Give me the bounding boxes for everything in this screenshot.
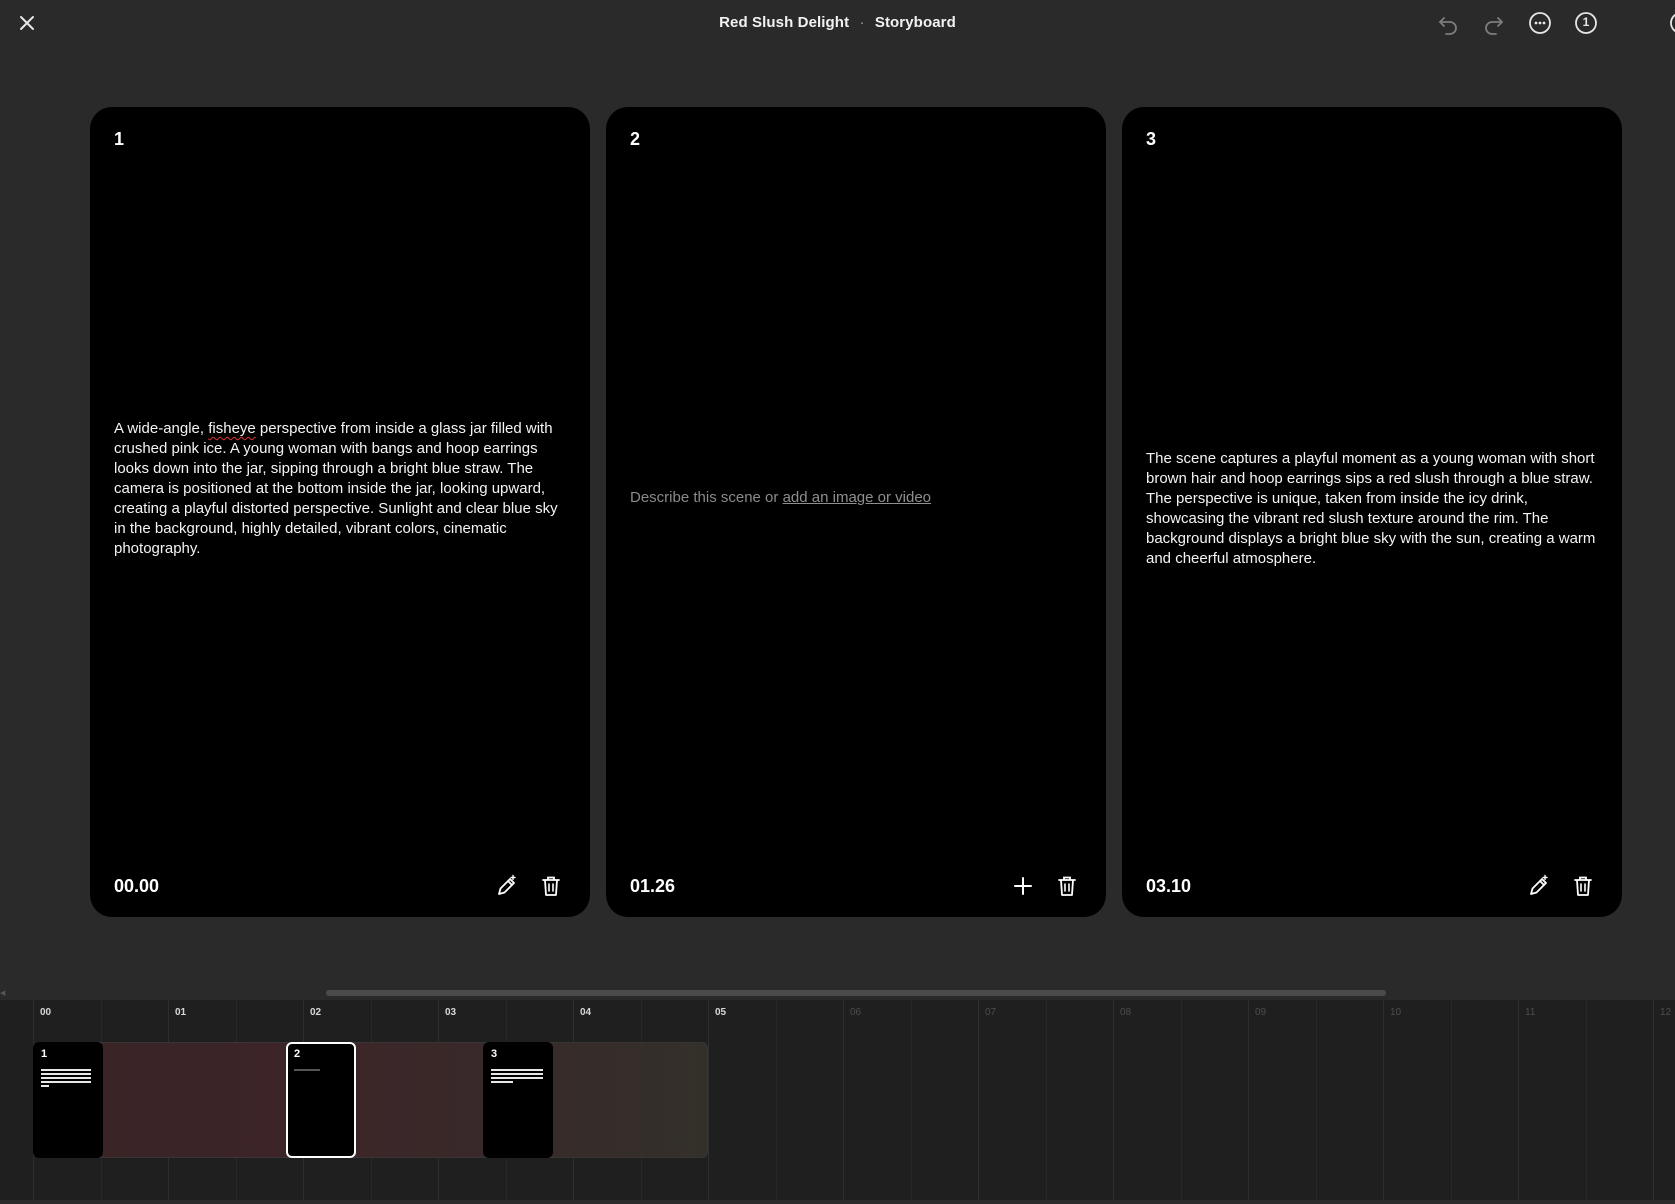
scene-description-text: A wide-angle, [114, 420, 209, 437]
timeline-second-gridline [1653, 1000, 1654, 1204]
view-title: Storyboard [874, 14, 956, 31]
clip-number: 3 [491, 1048, 498, 1060]
edit-icon[interactable] [494, 873, 520, 899]
scene-timestamp: 00.00 [114, 876, 160, 896]
scene-actions [996, 873, 1086, 899]
timeline-tick-label: 01 [175, 1007, 187, 1018]
info-icon[interactable]: 1 [1572, 9, 1600, 37]
project-title: Red Slush Delight [719, 14, 850, 31]
timeline-half-gridline [775, 1000, 777, 1204]
placeholder-text: Describe this scene or [630, 489, 783, 506]
scene-timestamp: 01.26 [630, 876, 676, 896]
timeline-clip-2[interactable]: 2 [286, 1042, 356, 1158]
redo-icon[interactable] [1480, 9, 1508, 37]
clip-text-preview [41, 1069, 91, 1089]
timeline-second-gridline [1248, 1000, 1249, 1204]
timeline-half-gridline [1180, 1000, 1182, 1204]
timeline-tick-label: 06 [850, 1007, 862, 1018]
scene-card-2[interactable]: 2 Describe this scene or add an image or… [606, 107, 1106, 917]
timeline-tick-label: 05 [715, 1007, 727, 1018]
partial-icon[interactable] [1667, 9, 1675, 37]
page-title: Red Slush Delight · Storyboard [0, 14, 1675, 31]
timeline[interactable]: 00 01 02 03 04 05 06 07 08 09 10 11 12 1 2 3 [0, 1000, 1675, 1204]
timeline-second-gridline [708, 1000, 709, 1204]
misspelled-word: fisheye [208, 420, 256, 437]
plus-icon[interactable] [1010, 873, 1036, 899]
scene-card-1[interactable]: 1 A wide-angle, fisheye perspective from… [90, 107, 590, 917]
top-bar: Red Slush Delight · Storyboard 1 [0, 0, 1675, 46]
timeline-tick-label: 12 [1660, 1007, 1672, 1018]
scene-timestamp: 03.10 [1146, 876, 1192, 896]
timeline-tick-label: 07 [985, 1007, 997, 1018]
scene-number: 3 [1146, 129, 1157, 149]
scene-actions [1512, 873, 1602, 899]
timeline-tick-label: 10 [1390, 1007, 1402, 1018]
timeline-tick-label: 11 [1525, 1007, 1536, 1018]
timeline-tick-label: 04 [580, 1007, 592, 1018]
timeline-second-gridline [843, 1000, 844, 1204]
bottom-edge [0, 1200, 1675, 1204]
scene-description-text: perspective from inside a glass jar fill… [114, 420, 558, 557]
scene-description[interactable]: A wide-angle, fisheye perspective from i… [114, 419, 566, 559]
scene-number: 2 [630, 129, 641, 149]
timeline-half-gridline [1315, 1000, 1317, 1204]
timeline-tick-label: 09 [1255, 1007, 1267, 1018]
timeline-clip-3[interactable]: 3 [483, 1042, 553, 1158]
more-icon[interactable] [1526, 9, 1554, 37]
scene-card-3[interactable]: 3 The scene captures a playful moment as… [1122, 107, 1622, 917]
timeline-second-gridline [1383, 1000, 1384, 1204]
undo-icon[interactable] [1434, 9, 1462, 37]
timeline-track[interactable] [33, 1042, 708, 1158]
timeline-clip-1[interactable]: 1 [33, 1042, 103, 1158]
edit-icon[interactable] [1526, 873, 1552, 899]
horizontal-scrollbar-thumb[interactable] [326, 990, 1386, 996]
timeline-second-gridline [978, 1000, 979, 1204]
scene-placeholder[interactable]: Describe this scene or add an image or v… [630, 489, 931, 506]
timeline-tick-label: 02 [310, 1007, 322, 1018]
timeline-second-gridline [1113, 1000, 1114, 1204]
clip-text-preview [294, 1069, 320, 1073]
timeline-half-gridline [910, 1000, 912, 1204]
trash-icon[interactable] [1054, 873, 1080, 899]
clip-number: 1 [41, 1048, 48, 1060]
timeline-tick-label: 08 [1120, 1007, 1132, 1018]
timeline-second-gridline [1518, 1000, 1519, 1204]
title-separator: · [859, 14, 865, 31]
timeline-half-gridline [1450, 1000, 1452, 1204]
info-badge-count: 1 [1582, 15, 1590, 29]
timeline-tick-label: 03 [445, 1007, 457, 1018]
storyboard-app: Red Slush Delight · Storyboard 1 1 A wid… [0, 0, 1675, 1204]
trash-icon[interactable] [538, 873, 564, 899]
timeline-tick-label: 00 [40, 1007, 52, 1018]
clip-text-preview [491, 1069, 543, 1085]
add-media-link[interactable]: add an image or video [783, 489, 931, 506]
clip-number: 2 [294, 1048, 301, 1060]
timeline-half-gridline [1585, 1000, 1587, 1204]
scene-actions [480, 873, 570, 899]
scroll-left-arrow-icon[interactable]: ◀ [0, 989, 6, 997]
scene-number: 1 [114, 129, 125, 149]
trash-icon[interactable] [1570, 873, 1596, 899]
scene-description[interactable]: The scene captures a playful moment as a… [1146, 449, 1598, 569]
timeline-half-gridline [1045, 1000, 1047, 1204]
